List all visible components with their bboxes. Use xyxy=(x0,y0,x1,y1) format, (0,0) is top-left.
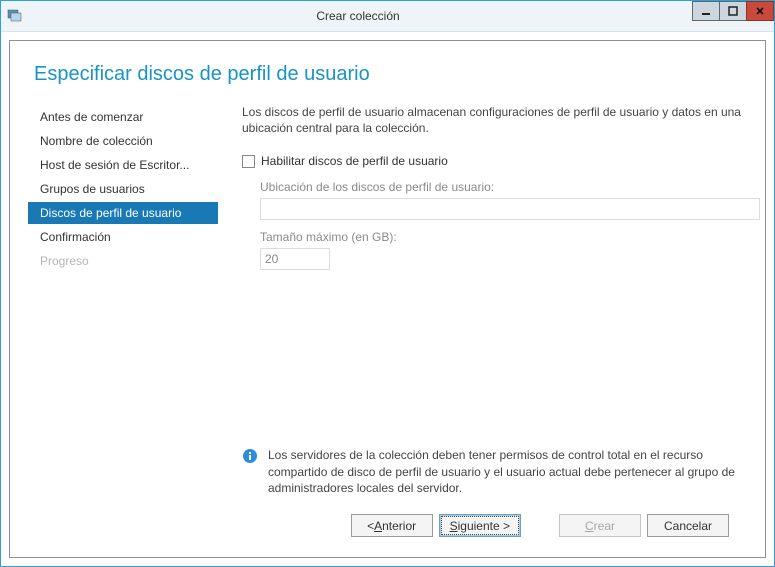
previous-button[interactable]: < Anterior xyxy=(351,514,433,537)
next-button[interactable]: Siguiente > xyxy=(439,514,521,537)
info-row: Los servidores de la colección deben ten… xyxy=(242,447,760,496)
page-heading: Especificar discos de perfil de usuario xyxy=(34,63,747,86)
wizard-body: Antes de comenzar Nombre de colección Ho… xyxy=(28,104,747,504)
enable-checkbox[interactable] xyxy=(242,155,255,168)
titlebar: Crear colección xyxy=(1,1,774,32)
maxsize-label: Tamaño máximo (en GB): xyxy=(260,230,760,244)
window-title: Crear colección xyxy=(23,9,693,23)
step-confirmacion[interactable]: Confirmación xyxy=(28,226,218,248)
step-host-de-sesion[interactable]: Host de sesión de Escritor... xyxy=(28,154,218,176)
info-icon xyxy=(242,448,258,464)
info-text: Los servidores de la colección deben ten… xyxy=(268,447,760,496)
minimize-button[interactable] xyxy=(692,1,720,21)
wizard-window: Crear colección Especificar discos de pe… xyxy=(0,0,775,567)
maxsize-input[interactable] xyxy=(260,248,330,270)
close-button[interactable] xyxy=(746,1,774,21)
step-progreso: Progreso xyxy=(28,250,218,272)
cancel-button[interactable]: Cancelar xyxy=(647,514,729,537)
description-text: Los discos de perfil de usuario almacena… xyxy=(242,104,760,136)
location-label: Ubicación de los discos de perfil de usu… xyxy=(260,180,760,194)
content-area: Los discos de perfil de usuario almacena… xyxy=(218,104,768,504)
steps-sidebar: Antes de comenzar Nombre de colección Ho… xyxy=(28,104,218,504)
location-input[interactable] xyxy=(260,198,760,220)
app-icon xyxy=(7,8,23,24)
create-button: Crear xyxy=(559,514,641,537)
maximize-button[interactable] xyxy=(719,1,747,21)
footer: < Anterior Siguiente > Crear Cancelar xyxy=(28,504,747,545)
enable-checkbox-row[interactable]: Habilitar discos de perfil de usuario xyxy=(242,154,760,168)
step-nombre-de-coleccion[interactable]: Nombre de colección xyxy=(28,130,218,152)
window-buttons xyxy=(693,1,774,21)
step-antes-de-comenzar[interactable]: Antes de comenzar xyxy=(28,106,218,128)
enable-checkbox-label: Habilitar discos de perfil de usuario xyxy=(261,154,448,168)
step-grupos-de-usuarios[interactable]: Grupos de usuarios xyxy=(28,178,218,200)
step-discos-de-perfil[interactable]: Discos de perfil de usuario xyxy=(28,202,218,224)
wizard-panel: Especificar discos de perfil de usuario … xyxy=(9,40,766,558)
